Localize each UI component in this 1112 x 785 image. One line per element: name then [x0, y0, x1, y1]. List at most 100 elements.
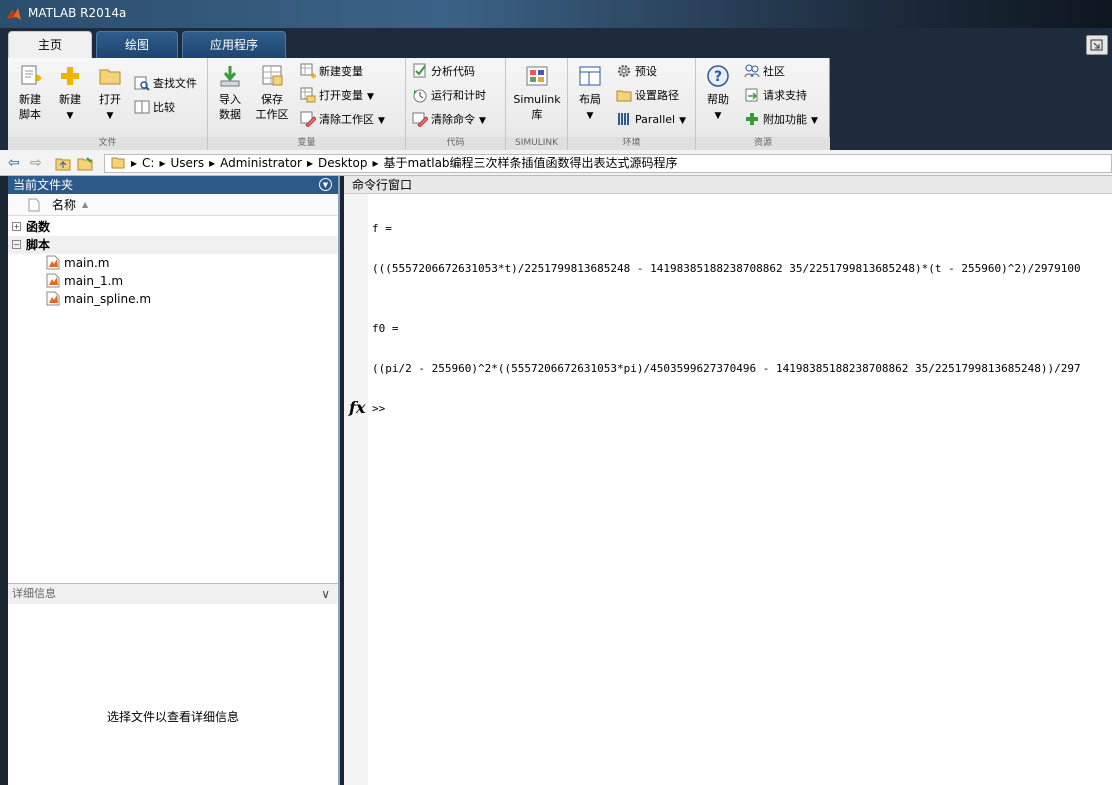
tree-node-functions-label: 函数: [26, 220, 51, 234]
tab-apps[interactable]: 应用程序: [182, 31, 286, 58]
clear-commands-label: 清除命令: [431, 113, 475, 126]
panel-menu-icon[interactable]: ▼: [319, 178, 332, 191]
import-data-button[interactable]: 导入 数据: [210, 64, 250, 122]
find-files-label: 查找文件: [153, 77, 197, 90]
column-header[interactable]: 名称 ▲: [8, 194, 338, 216]
preferences-button[interactable]: 预设: [616, 62, 657, 82]
variable-group: 导入 数据 保存 工作区 新建变量 打开变量 ▼ 清除工作区 ▼ 变量: [208, 58, 406, 150]
m-file-icon: [46, 273, 60, 288]
simulink-group: Simulink 库 SIMULINK: [506, 58, 568, 150]
current-folder-panel: 当前文件夹 ▼ 名称 ▲ + 函数 − 脚本 main.m main_1.m m…: [8, 176, 340, 785]
collapse-icon[interactable]: −: [12, 240, 21, 249]
find-files-button[interactable]: 查找文件: [134, 74, 197, 94]
request-support-label: 请求支持: [763, 89, 807, 102]
clear-commands-button[interactable]: 清除命令 ▼: [412, 110, 486, 130]
resources-group: ? 帮助 ▼ 社区 请求支持 附加功能 ▼ 资源: [696, 58, 830, 150]
forward-icon[interactable]: ⇨: [30, 154, 42, 172]
run-time-button[interactable]: 运行和计时: [412, 86, 486, 106]
breadcrumb[interactable]: ▸ C: ▸ Users ▸ Administrator ▸ Desktop ▸ 基于matlab…: [104, 154, 1112, 173]
help-label: 帮助: [707, 93, 729, 106]
import-label-1: 导入: [219, 93, 241, 106]
new-button[interactable]: 新建 ▼: [50, 64, 90, 124]
command-window-title: 命令行窗口: [344, 176, 1112, 194]
set-path-button[interactable]: 设置路径: [616, 86, 679, 106]
file-name: main_1.m: [64, 274, 124, 288]
m-file-icon: [46, 255, 60, 270]
file-type-icon: [28, 198, 40, 212]
compare-label: 比较: [153, 101, 175, 114]
folder-icon: [111, 157, 125, 169]
crumb-c[interactable]: C:: [142, 156, 154, 170]
simulink-icon: [526, 66, 548, 86]
request-support-icon: [745, 88, 758, 102]
parallel-label: Parallel: [635, 113, 676, 126]
simulink-library-button[interactable]: Simulink 库: [512, 64, 562, 122]
new-script-button[interactable]: 新建 脚本: [10, 64, 50, 122]
crumb-users[interactable]: Users: [170, 156, 204, 170]
new-script-label-2: 脚本: [19, 108, 41, 121]
analyze-code-button[interactable]: 分析代码: [412, 62, 475, 82]
run-time-label: 运行和计时: [431, 89, 486, 102]
simulink-label-1: Simulink: [513, 93, 561, 106]
up-folder-icon[interactable]: [54, 154, 72, 172]
toolstrip-tabs: 主页 绘图 应用程序: [0, 28, 1112, 58]
file-item-main-spline[interactable]: main_spline.m: [8, 290, 338, 308]
tab-home[interactable]: 主页: [8, 31, 92, 58]
back-icon[interactable]: ⇦: [8, 154, 20, 172]
chevron-down-icon[interactable]: ∨: [321, 584, 330, 604]
clear-workspace-button[interactable]: 清除工作区 ▼: [300, 110, 385, 130]
tree-node-functions[interactable]: + 函数: [8, 218, 338, 236]
expand-icon[interactable]: +: [12, 222, 21, 231]
file-item-main-1[interactable]: main_1.m: [8, 272, 338, 290]
browse-folder-icon[interactable]: [76, 154, 94, 172]
address-bar: ⇦ ⇨ ▸ C: ▸ Users ▸ Administrator ▸ Desktop ▸ 基于ma…: [0, 150, 1112, 176]
current-folder-title: 当前文件夹: [13, 178, 74, 192]
set-path-label: 设置路径: [635, 89, 679, 102]
request-support-button[interactable]: 请求支持: [744, 86, 807, 106]
resources-group-name: 资源: [696, 137, 830, 150]
parallel-button[interactable]: Parallel ▼: [616, 110, 686, 130]
command-prompt[interactable]: >>: [372, 402, 385, 415]
save-workspace-icon: [262, 65, 283, 86]
crumb-project[interactable]: 基于matlab编程三次样条插值函数得出表达式源码程序: [384, 156, 678, 170]
tab-plots[interactable]: 绘图: [96, 31, 178, 58]
layout-button[interactable]: 布局 ▼: [570, 64, 610, 124]
command-gutter: [344, 194, 368, 785]
open-button[interactable]: 打开 ▼: [90, 64, 130, 124]
output-line: ((pi/2 - 255960)^2*((5557206672631053*pi…: [372, 362, 1081, 375]
new-label: 新建: [59, 93, 81, 106]
title-bar: MATLAB R2014a: [0, 0, 1112, 28]
set-path-icon: [616, 90, 632, 102]
import-label-2: 数据: [219, 108, 241, 121]
new-script-icon: [21, 65, 41, 85]
file-item-main[interactable]: main.m: [8, 254, 338, 272]
sort-ascending-icon: ▲: [82, 200, 89, 209]
crumb-desktop[interactable]: Desktop: [318, 156, 368, 170]
variable-group-name: 变量: [208, 137, 405, 150]
layout-icon: [579, 66, 601, 86]
save-workspace-button[interactable]: 保存 工作区: [252, 64, 292, 122]
find-files-icon: [134, 76, 150, 91]
open-variable-button[interactable]: 打开变量 ▼: [300, 86, 374, 106]
new-variable-button[interactable]: 新建变量: [300, 62, 363, 82]
crumb-administrator[interactable]: Administrator: [220, 156, 302, 170]
save-label-2: 工作区: [255, 108, 289, 121]
save-label-1: 保存: [261, 93, 283, 106]
addons-icon: [746, 113, 758, 125]
restore-window-button[interactable]: [1086, 35, 1108, 55]
addons-button[interactable]: 附加功能 ▼: [744, 110, 818, 130]
parallel-icon: [618, 113, 629, 125]
gear-icon: [618, 65, 630, 77]
fx-icon[interactable]: fx: [349, 398, 365, 417]
code-group: 分析代码 运行和计时 清除命令 ▼ 代码: [406, 58, 506, 150]
environment-group-name: 环境: [568, 137, 695, 150]
command-window: 命令行窗口 fx f = (((5557206672631053*t)/2251…: [344, 176, 1112, 785]
simulink-group-name: SIMULINK: [506, 137, 567, 150]
window-title: MATLAB R2014a: [28, 6, 127, 20]
help-button[interactable]: ? 帮助 ▼: [698, 64, 738, 124]
details-header[interactable]: 详细信息 ∨: [8, 584, 338, 604]
compare-button[interactable]: 比较: [134, 98, 175, 118]
community-button[interactable]: 社区: [744, 62, 785, 82]
tree-node-scripts[interactable]: − 脚本: [8, 236, 338, 254]
clear-workspace-label: 清除工作区: [319, 113, 374, 126]
